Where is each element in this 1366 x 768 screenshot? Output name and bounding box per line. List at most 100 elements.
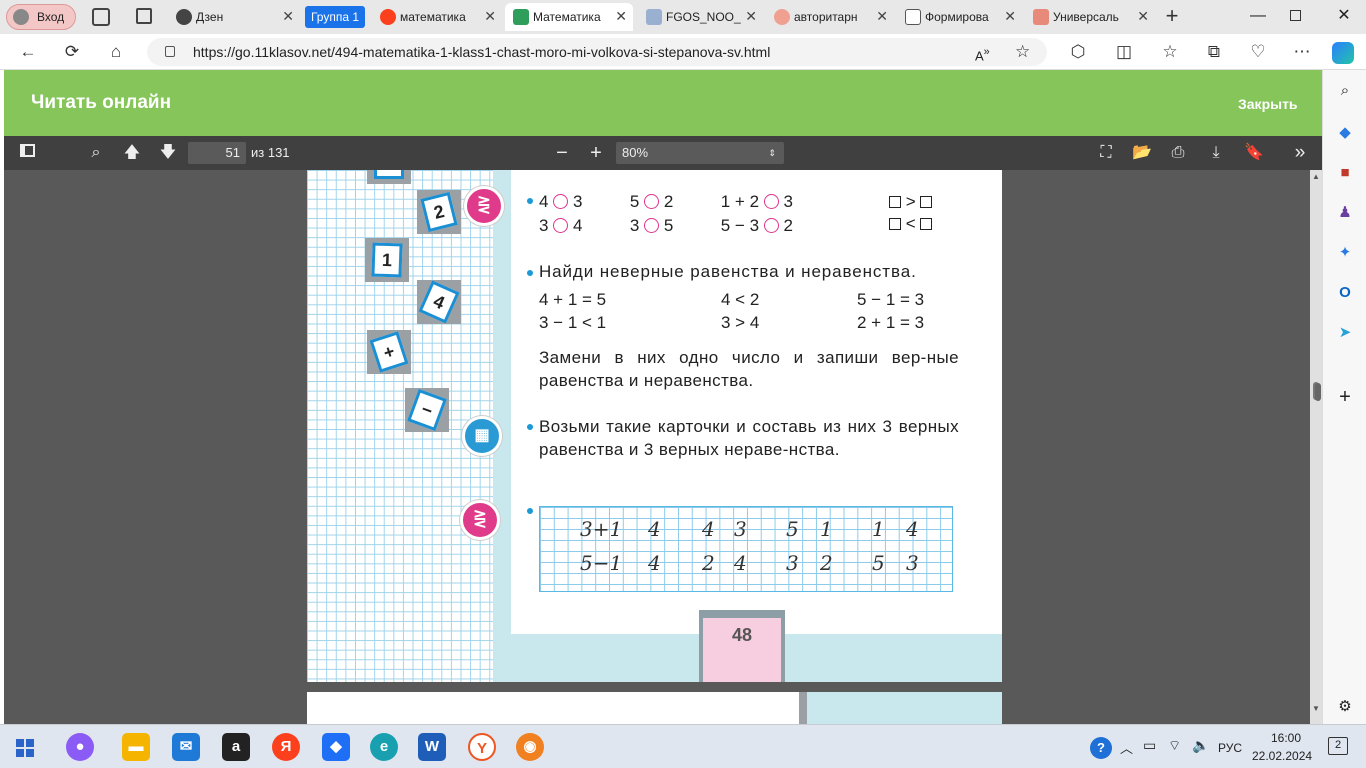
language-indicator[interactable]: РУС xyxy=(1218,741,1242,755)
wifi-icon[interactable]: ⌔ xyxy=(1168,737,1181,755)
settings-icon[interactable]: ⚙ xyxy=(1334,696,1356,718)
close-icon[interactable]: ✕ xyxy=(1004,8,1016,25)
restore-button[interactable] xyxy=(1290,10,1301,21)
profile-button[interactable]: Вход xyxy=(6,4,76,30)
search-icon[interactable]: ⌕ xyxy=(86,142,106,164)
extensions-icon[interactable]: ⬡ xyxy=(1066,40,1090,64)
outlook-icon[interactable]: O xyxy=(1334,282,1356,304)
lock-icon xyxy=(165,46,175,57)
help-icon[interactable]: ? xyxy=(1090,737,1112,759)
close-icon[interactable]: ✕ xyxy=(615,8,627,25)
tab-fgos[interactable]: FGOS_NOO_ ✕ xyxy=(638,3,763,31)
dropbox-icon[interactable]: ◆ xyxy=(322,733,350,761)
copilot-app-icon[interactable]: ✦ xyxy=(1334,242,1356,264)
bullet xyxy=(527,198,533,204)
collections-icon[interactable]: ⧉ xyxy=(1202,40,1226,64)
copilot-icon[interactable] xyxy=(1332,42,1354,64)
tab-avtoritar[interactable]: авторитарн ✕ xyxy=(766,3,894,31)
edge-icon[interactable]: e xyxy=(370,733,398,761)
pdf-viewer[interactable]: 2 1 4 + − ⋛ ▦ ⋛ 4 3 5 2 1 + 2 3 3 4 3 5 … xyxy=(4,170,1310,724)
media-player-icon[interactable]: ◉ xyxy=(516,733,544,761)
refresh-icon[interactable]: ⟳ xyxy=(60,40,84,64)
read-aloud-icon[interactable]: A» xyxy=(975,38,990,70)
ineq-template-lt: < xyxy=(889,214,933,234)
close-icon[interactable]: ✕ xyxy=(282,8,294,25)
yandex-icon[interactable]: Я xyxy=(272,733,300,761)
hw-entry: 3 xyxy=(906,551,919,575)
open-file-icon[interactable]: 📂 xyxy=(1132,142,1152,164)
document-icon xyxy=(905,9,921,25)
word-icon[interactable]: W xyxy=(418,733,446,761)
zoom-select[interactable]: 80% ⇕ xyxy=(616,142,784,164)
scroll-down-arrow[interactable]: ▼ xyxy=(1312,704,1320,713)
tab-actions-icon[interactable] xyxy=(136,8,152,24)
performance-icon[interactable]: ♡ xyxy=(1246,40,1270,64)
minimize-button[interactable]: — xyxy=(1246,4,1270,28)
back-icon[interactable]: ← xyxy=(16,40,40,64)
sidebar-scroll-thumb[interactable] xyxy=(1315,383,1321,401)
home-icon[interactable]: ⌂ xyxy=(104,40,128,64)
alice-icon[interactable]: ● xyxy=(66,733,94,761)
amazon-icon[interactable]: a xyxy=(222,733,250,761)
previous-page-icon[interactable]: 🡅 xyxy=(122,142,142,164)
toolbox-icon[interactable]: ■ xyxy=(1334,162,1356,184)
yandex-icon xyxy=(380,9,396,25)
tab-dzen[interactable]: Дзен ✕ xyxy=(168,3,300,31)
tab-matematika-active[interactable]: Математика ✕ xyxy=(505,3,633,31)
clock-date[interactable]: 22.02.2024 xyxy=(1252,749,1312,763)
windows-start-icon[interactable] xyxy=(16,739,34,757)
yandex-browser-icon[interactable]: Y xyxy=(468,733,496,761)
file-explorer-icon[interactable]: ▬ xyxy=(122,733,150,761)
download-icon[interactable]: ⤓ xyxy=(1206,142,1226,164)
games-icon[interactable]: ♟ xyxy=(1334,202,1356,224)
telegram-icon[interactable]: ➤ xyxy=(1334,322,1356,344)
mail-icon[interactable]: ✉ xyxy=(172,733,200,761)
tab-matematika-search[interactable]: математика ✕ xyxy=(372,3,502,31)
zoom-in-icon[interactable]: + xyxy=(586,142,606,164)
new-tab-button[interactable]: + xyxy=(1160,4,1184,28)
shopping-tag-icon[interactable]: ◆ xyxy=(1334,122,1356,144)
url-input[interactable]: https://go.11klasov.net/494-matematika-1… xyxy=(147,38,1047,66)
close-icon[interactable]: ✕ xyxy=(484,8,496,25)
equation: 5 − 1 = 3 xyxy=(857,290,925,309)
avatar-icon xyxy=(13,9,29,25)
favorites-icon[interactable]: ☆ xyxy=(1158,40,1182,64)
print-icon[interactable]: ⎙ xyxy=(1168,142,1188,164)
next-page-icon[interactable]: 🡇 xyxy=(158,142,178,164)
clock-time[interactable]: 16:00 xyxy=(1266,731,1306,745)
compare-sign-icon: ⋛ xyxy=(464,186,504,226)
split-screen-icon[interactable]: ◫ xyxy=(1112,40,1136,64)
bookmark-icon[interactable]: 🔖 xyxy=(1244,142,1264,164)
scroll-up-arrow[interactable]: ▲ xyxy=(1312,172,1320,181)
close-window-button[interactable]: ✕ xyxy=(1332,4,1356,28)
tab-group-label[interactable]: Группа 1 xyxy=(305,6,365,28)
close-icon[interactable]: ✕ xyxy=(745,8,757,25)
zoom-out-icon[interactable]: − xyxy=(552,142,572,164)
tab-formirova[interactable]: Формирова ✕ xyxy=(897,3,1022,31)
search-icon[interactable]: ⌕ xyxy=(1334,80,1356,102)
tools-menu-icon[interactable]: » xyxy=(1288,142,1312,164)
sidebar-toggle-icon[interactable] xyxy=(18,142,36,164)
card-partial xyxy=(367,170,411,184)
ineq-template-gt: > xyxy=(889,192,933,212)
hw-entry: 2 xyxy=(820,551,833,575)
close-icon[interactable]: ✕ xyxy=(1137,8,1149,25)
textbook-page: 2 1 4 + − ⋛ ▦ ⋛ 4 3 5 2 1 + 2 3 3 4 3 5 … xyxy=(307,170,1002,682)
close-icon[interactable]: ✕ xyxy=(876,8,888,25)
workspaces-icon[interactable] xyxy=(92,8,110,26)
more-menu-icon[interactable]: ⋯ xyxy=(1290,40,1314,64)
add-app-icon[interactable]: + xyxy=(1334,386,1356,408)
yandex-icon xyxy=(774,9,790,25)
volume-icon[interactable]: 🔈 xyxy=(1192,737,1209,754)
tab-universal[interactable]: Универсаль ✕ xyxy=(1025,3,1155,31)
viewer-scrollbar[interactable]: ▲ ▼ xyxy=(1310,170,1322,724)
page-number-input[interactable]: 51 xyxy=(188,142,246,164)
close-reader-link[interactable]: Закрыть xyxy=(1238,96,1298,112)
tab-label: Дзен xyxy=(196,10,224,24)
tray-chevron-icon[interactable]: ︿ xyxy=(1120,738,1133,757)
battery-icon[interactable]: ▭ xyxy=(1143,737,1156,754)
notifications-icon[interactable]: 2 xyxy=(1328,737,1348,755)
tab-label: Формирова xyxy=(925,10,989,24)
favorite-star-icon[interactable]: ☆ xyxy=(1015,38,1030,66)
presentation-mode-icon[interactable]: ⛶ xyxy=(1096,142,1116,164)
